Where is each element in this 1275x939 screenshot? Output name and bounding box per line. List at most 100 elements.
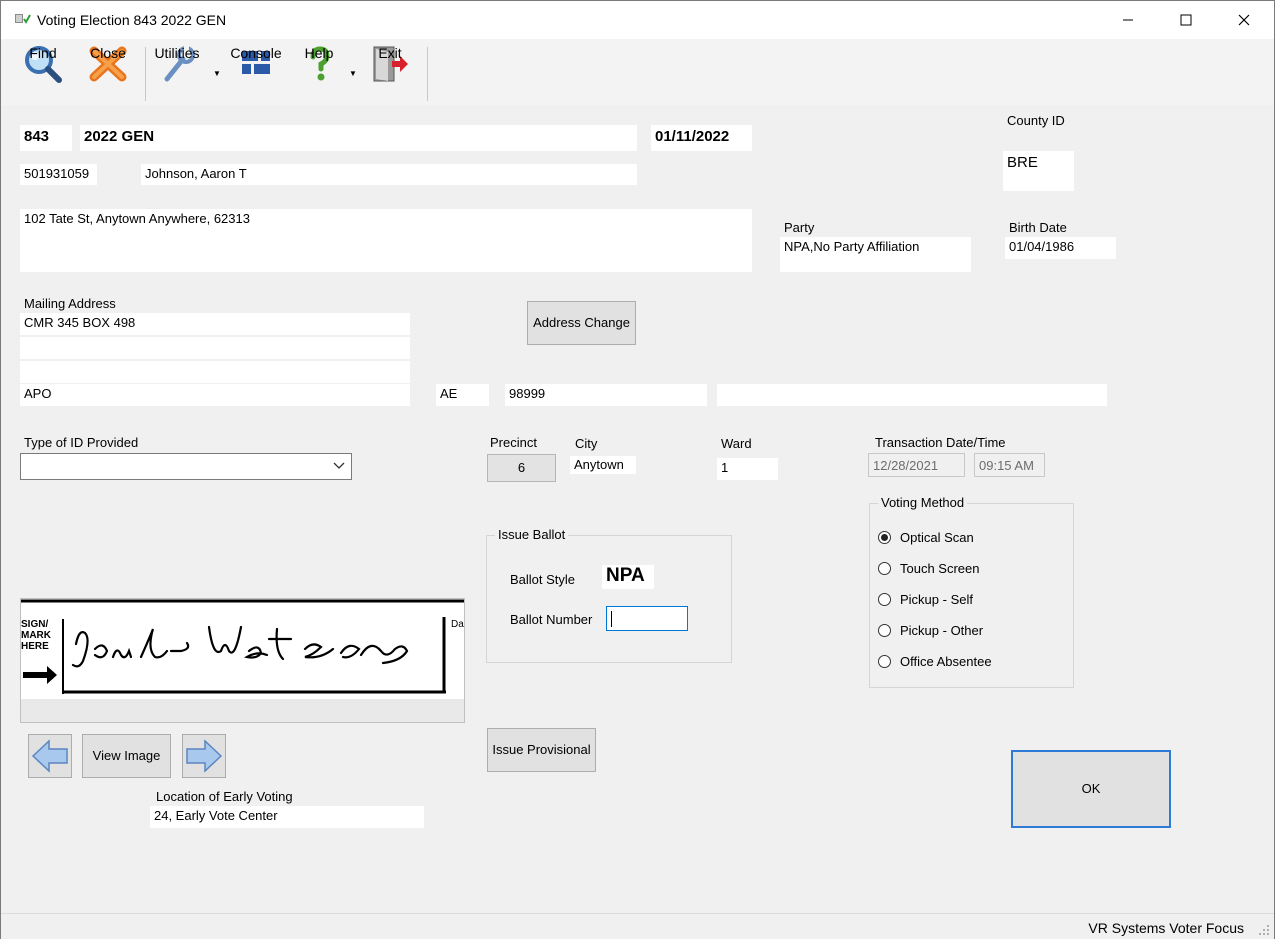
mailing-address-label: Mailing Address: [24, 296, 116, 311]
toolbar-separator: [145, 47, 146, 101]
minimize-button[interactable]: [1099, 1, 1157, 39]
close-window-button[interactable]: [1215, 1, 1273, 39]
address-change-button[interactable]: Address Change: [527, 301, 636, 345]
birth-date-label: Birth Date: [1009, 220, 1067, 235]
next-image-button[interactable]: [182, 734, 226, 778]
signature-edge-text: Da: [451, 619, 464, 630]
ok-button[interactable]: OK: [1011, 750, 1171, 828]
voting-method-group: Voting Method Optical Scan Touch Screen …: [869, 495, 1074, 688]
transaction-time-field: 09:15 AM: [974, 453, 1045, 477]
ward-field: 1: [717, 458, 778, 480]
mailing-zip-field: 98999: [505, 384, 707, 406]
election-name-field: 2022 GEN: [80, 125, 637, 151]
help-button[interactable]: Help: [297, 43, 341, 85]
radio-label: Touch Screen: [900, 561, 980, 576]
radio-label: Office Absentee: [900, 654, 992, 669]
arrow-right-icon: [186, 739, 223, 773]
help-label: Help: [304, 45, 334, 61]
early-voting-field: 24, Early Vote Center: [150, 806, 424, 828]
county-id-label: County ID: [1007, 113, 1065, 128]
close-icon: [1238, 14, 1250, 26]
precinct-field: 6: [487, 454, 556, 482]
ballot-number-label: Ballot Number: [510, 612, 593, 627]
exit-label: Exit: [378, 45, 402, 61]
radio-unselected-icon: [878, 655, 891, 668]
early-voting-label: Location of Early Voting: [156, 789, 293, 804]
mailing-state-field: AE: [436, 384, 489, 406]
mailing-line1-field: CMR 345 BOX 498: [20, 313, 410, 335]
title-bar: Voting Election 843 2022 GEN: [1, 1, 1274, 39]
voter-name-field: Johnson, Aaron T: [141, 164, 637, 185]
radio-label: Pickup - Other: [900, 623, 984, 638]
election-number-field: 843: [20, 125, 72, 151]
precinct-label: Precinct: [490, 435, 537, 450]
party-field: NPA,No Party Affiliation: [780, 237, 971, 272]
chevron-down-icon: [333, 462, 345, 469]
city-label: City: [575, 436, 598, 451]
console-label: Console: [230, 45, 282, 61]
console-button[interactable]: Console: [230, 43, 282, 85]
resize-grip-icon[interactable]: [1258, 924, 1270, 936]
election-date-field: 01/11/2022: [651, 125, 752, 151]
radio-unselected-icon: [878, 593, 891, 606]
city-field: Anytown: [570, 456, 636, 474]
ballot-style-label: Ballot Style: [510, 572, 576, 587]
app-icon: [15, 14, 31, 24]
residence-address-field: 102 Tate St, Anytown Anywhere, 62313: [20, 209, 752, 272]
radio-optical-scan[interactable]: Optical Scan: [878, 530, 974, 545]
status-text: VR Systems Voter Focus: [1088, 920, 1244, 936]
signature-image: [21, 599, 464, 699]
county-id-field: BRE: [1003, 151, 1074, 191]
issue-ballot-label: Issue Ballot: [495, 527, 569, 542]
window-title: Voting Election 843 2022 GEN: [37, 12, 227, 28]
sign-mark-here-text: SIGN/ MARK HERE: [21, 619, 51, 652]
voter-id-field: 501931059: [20, 164, 97, 185]
mailing-line3-field: [20, 361, 410, 383]
id-type-select[interactable]: [20, 453, 352, 480]
text-cursor: [611, 611, 612, 627]
radio-unselected-icon: [878, 562, 891, 575]
maximize-icon: [1180, 14, 1192, 26]
close-record-button[interactable]: Close: [86, 43, 130, 85]
toolbar: Find Close Utilities ▼ Console Help ▼ Ex…: [1, 39, 1274, 105]
radio-touch-screen[interactable]: Touch Screen: [878, 561, 980, 576]
status-bar: VR Systems Voter Focus: [1, 913, 1274, 939]
utilities-dropdown-icon[interactable]: ▼: [213, 69, 221, 78]
view-image-button[interactable]: View Image: [82, 734, 171, 778]
party-label: Party: [784, 220, 815, 235]
ward-label: Ward: [721, 436, 752, 451]
signature-panel: SIGN/ MARK HERE Da: [20, 598, 465, 723]
previous-image-button[interactable]: [28, 734, 72, 778]
issue-ballot-group: Issue Ballot Ballot Style NPA Ballot Num…: [486, 527, 732, 663]
id-type-label: Type of ID Provided: [24, 435, 139, 450]
find-button[interactable]: Find: [21, 43, 65, 85]
transaction-label: Transaction Date/Time: [875, 435, 1006, 450]
application-window: Voting Election 843 2022 GEN Find Close: [0, 0, 1275, 939]
radio-label: Pickup - Self: [900, 592, 973, 607]
radio-office-absentee[interactable]: Office Absentee: [878, 654, 992, 669]
birth-date-field: 01/04/1986: [1005, 237, 1116, 259]
maximize-button[interactable]: [1157, 1, 1215, 39]
help-dropdown-icon[interactable]: ▼: [349, 69, 357, 78]
ballot-number-input[interactable]: [606, 606, 688, 631]
radio-pickup-other[interactable]: Pickup - Other: [878, 623, 983, 638]
voting-method-label: Voting Method: [878, 495, 968, 510]
utilities-label: Utilities: [154, 45, 200, 61]
radio-selected-icon: [878, 531, 891, 544]
radio-pickup-self[interactable]: Pickup - Self: [878, 592, 973, 607]
close-label: Close: [90, 45, 126, 61]
minimize-icon: [1123, 19, 1133, 21]
radio-unselected-icon: [878, 624, 891, 637]
ballot-style-field: NPA: [602, 565, 654, 589]
arrow-left-icon: [31, 739, 68, 773]
mailing-city-field: APO: [20, 384, 410, 406]
utilities-button[interactable]: Utilities: [154, 43, 200, 85]
mailing-line2-field: [20, 337, 410, 359]
transaction-date-field: 12/28/2021: [868, 453, 965, 477]
exit-button[interactable]: Exit: [368, 43, 412, 85]
toolbar-separator: [427, 47, 428, 101]
find-label: Find: [29, 45, 57, 61]
issue-provisional-button[interactable]: Issue Provisional: [487, 728, 596, 772]
mailing-extra-field: [717, 384, 1107, 406]
radio-label: Optical Scan: [900, 530, 974, 545]
